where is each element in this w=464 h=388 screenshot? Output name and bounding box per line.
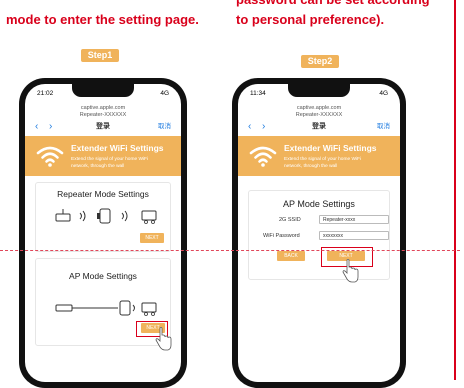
banner-title: Extender WiFi Settings bbox=[284, 143, 377, 153]
ap-mode-title: AP Mode Settings bbox=[283, 199, 355, 209]
repeater-next-button[interactable]: NEXT bbox=[140, 233, 164, 243]
repeater-mode-panel: Repeater Mode Settings NEXT bbox=[35, 182, 171, 252]
password-input[interactable]: xxxxxxxx bbox=[319, 231, 389, 240]
banner-description: Extend the signal of your home WiFi netw… bbox=[284, 157, 362, 169]
hand-pointer-icon bbox=[155, 327, 172, 351]
url-line1: captive.apple.com bbox=[296, 105, 342, 111]
ssid-label: 2G SSID bbox=[279, 217, 301, 223]
step1-badge: Step1 bbox=[81, 49, 119, 62]
caption-right: password can be set according to persona… bbox=[236, 0, 430, 30]
phone-step2-screen: 11:34 4G captive.apple.com Repeater-XXXX… bbox=[238, 84, 400, 382]
wifi-icon bbox=[249, 146, 277, 167]
banner-title: Extender WiFi Settings bbox=[71, 143, 164, 153]
status-bar: 11:34 4G bbox=[250, 90, 388, 100]
url-line1: captive.apple.com bbox=[80, 105, 126, 111]
banner-description: Extend the signal of your home WiFi netw… bbox=[71, 157, 149, 169]
url-bar: captive.apple.com Repeater-XXXXXX bbox=[25, 105, 181, 119]
wifi-icon bbox=[36, 146, 64, 167]
status-time: 11:34 bbox=[250, 90, 266, 97]
ap-diagram-icon bbox=[55, 300, 157, 316]
status-bar: 21:02 4G bbox=[37, 90, 169, 100]
nav-bar: ‹ › 登录 取消 bbox=[248, 121, 390, 133]
status-signal: 4G bbox=[160, 90, 169, 97]
url-bar: captive.apple.com Repeater-XXXXXX bbox=[238, 105, 400, 119]
url-line2: Repeater-XXXXXX bbox=[295, 112, 343, 118]
repeater-mode-title: Repeater Mode Settings bbox=[57, 189, 149, 199]
dashed-guide-line bbox=[0, 250, 460, 251]
phone-step1: 21:02 4G captive.apple.com Repeater-XXXX… bbox=[19, 78, 187, 388]
caption-right-line1: password can be set according bbox=[236, 0, 430, 10]
ssid-input[interactable]: Repeater-xxxx bbox=[319, 215, 389, 224]
ap-mode-title: AP Mode Settings bbox=[69, 271, 137, 281]
caption-right-line2: to personal preference). bbox=[236, 12, 385, 27]
ap-mode-panel: AP Mode Settings 2G SSID Repeater-xxxx W… bbox=[248, 190, 390, 283]
caption-left-line1: mode to enter the setting page. bbox=[6, 12, 199, 27]
cancel-button[interactable]: 取消 bbox=[377, 121, 390, 133]
hand-pointer-icon bbox=[342, 259, 359, 283]
nav-bar: ‹ › 登录 取消 bbox=[35, 121, 171, 133]
caption-left-line0 bbox=[6, 0, 199, 10]
cancel-button[interactable]: 取消 bbox=[158, 121, 171, 133]
status-time: 21:02 bbox=[37, 90, 54, 97]
nav-title: 登录 bbox=[312, 123, 326, 130]
step2-badge: Step2 bbox=[301, 55, 339, 68]
caption-left: mode to enter the setting page. bbox=[6, 0, 199, 30]
back-button[interactable]: BACK bbox=[277, 251, 305, 261]
ap-mode-panel: AP Mode Settings NEXT bbox=[35, 258, 172, 351]
settings-banner: Extender WiFi Settings Extend the signal… bbox=[25, 136, 181, 176]
password-label: WiFi Password bbox=[263, 233, 300, 239]
nav-title: 登录 bbox=[96, 123, 110, 130]
right-border-line bbox=[454, 0, 456, 380]
phone-step1-screen: 21:02 4G captive.apple.com Repeater-XXXX… bbox=[25, 84, 181, 382]
settings-banner: Extender WiFi Settings Extend the signal… bbox=[238, 136, 400, 176]
url-line2: Repeater-XXXXXX bbox=[79, 112, 127, 118]
status-signal: 4G bbox=[379, 90, 388, 97]
phone-step2: 11:34 4G captive.apple.com Repeater-XXXX… bbox=[232, 78, 406, 388]
repeater-diagram-icon bbox=[55, 208, 157, 224]
